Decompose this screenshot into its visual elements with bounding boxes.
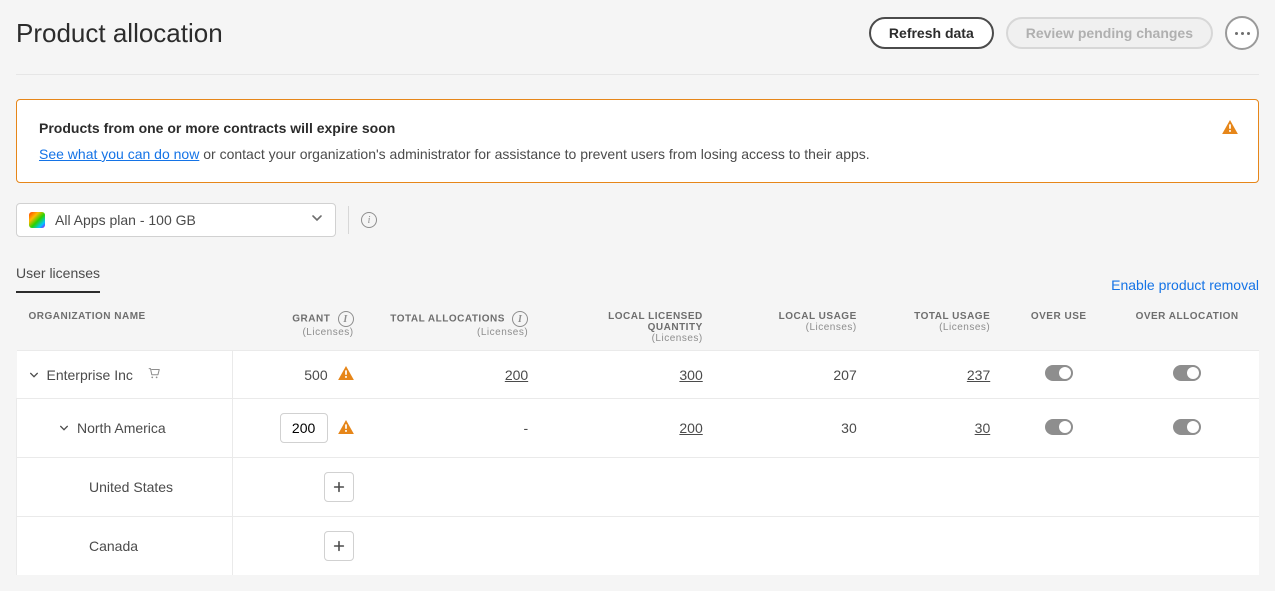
col-local-lic: LOCAL LICENSED QUANTITY(Licenses) [540,301,715,351]
more-actions-button[interactable] [1225,16,1259,50]
org-name: Enterprise Inc [47,367,133,383]
col-grant: GRANT i(Licenses) [232,301,365,351]
divider [348,206,349,234]
grant-input[interactable] [280,413,328,443]
over-alloc-toggle[interactable] [1173,419,1201,435]
total-usage-value[interactable]: 30 [975,420,991,436]
page-title: Product allocation [16,18,223,49]
total-alloc-value[interactable]: 200 [505,367,528,383]
org-name: North America [77,420,166,436]
product-select[interactable]: All Apps plan - 100 GB [16,203,336,237]
table-row: Enterprise Inc 500 200 300 207 237 [17,351,1260,399]
org-name: Canada [89,538,138,554]
over-alloc-toggle[interactable] [1173,365,1201,381]
col-total-usage: TOTAL USAGE(Licenses) [869,301,1002,351]
grant-value: 500 [304,367,327,383]
org-name: United States [89,479,173,495]
over-use-toggle[interactable] [1045,419,1073,435]
warning-icon [1222,120,1238,139]
expand-icon[interactable] [59,420,69,436]
expiry-alert: Products from one or more contracts will… [16,99,1259,183]
alert-body: See what you can do now or contact your … [39,146,1236,162]
creative-cloud-icon [29,212,45,228]
table-row: North America - 200 30 30 [17,399,1260,458]
total-alloc-value: - [524,420,529,436]
refresh-data-button[interactable]: Refresh data [869,17,994,49]
alert-link[interactable]: See what you can do now [39,146,199,162]
product-select-label: All Apps plan - 100 GB [55,212,196,228]
warning-icon [338,366,354,383]
enable-product-removal-link[interactable]: Enable product removal [1111,277,1259,293]
table-row: Canada [17,517,1260,576]
col-over-use: OVER USE [1002,301,1115,351]
over-use-toggle[interactable] [1045,365,1073,381]
total-usage-value[interactable]: 237 [967,367,990,383]
expand-icon[interactable] [29,367,39,383]
tabs-row: User licenses Enable product removal [16,265,1259,293]
allocation-table: ORGANIZATION NAME GRANT i(Licenses) TOTA… [16,301,1259,575]
add-grant-button[interactable] [324,472,354,502]
dot-icon [1247,32,1250,35]
page-header: Product allocation Refresh data Review p… [16,16,1259,75]
local-usage-value: 207 [833,367,856,383]
col-local-usage: LOCAL USAGE(Licenses) [715,301,869,351]
alert-rest: or contact your organization's administr… [199,146,869,162]
warning-icon [338,420,354,437]
table-row: United States [17,458,1260,517]
cart-icon[interactable] [147,366,161,383]
tab-user-licenses[interactable]: User licenses [16,265,100,293]
alert-title: Products from one or more contracts will… [39,120,1236,136]
info-icon[interactable]: i [338,311,354,327]
review-pending-button[interactable]: Review pending changes [1006,17,1213,49]
dot-icon [1241,32,1244,35]
local-lic-value[interactable]: 300 [679,367,702,383]
local-usage-value: 30 [841,420,857,436]
header-actions: Refresh data Review pending changes [869,16,1259,50]
col-over-alloc: OVER ALLOCATION [1115,301,1259,351]
add-grant-button[interactable] [324,531,354,561]
local-lic-value[interactable]: 200 [679,420,702,436]
col-org: ORGANIZATION NAME [17,301,233,351]
info-icon[interactable]: i [512,311,528,327]
product-controls: All Apps plan - 100 GB i [16,203,1259,237]
chevron-down-icon [311,211,323,229]
col-total-alloc: TOTAL ALLOCATIONS i(Licenses) [366,301,541,351]
info-icon[interactable]: i [361,212,377,228]
dot-icon [1235,32,1238,35]
